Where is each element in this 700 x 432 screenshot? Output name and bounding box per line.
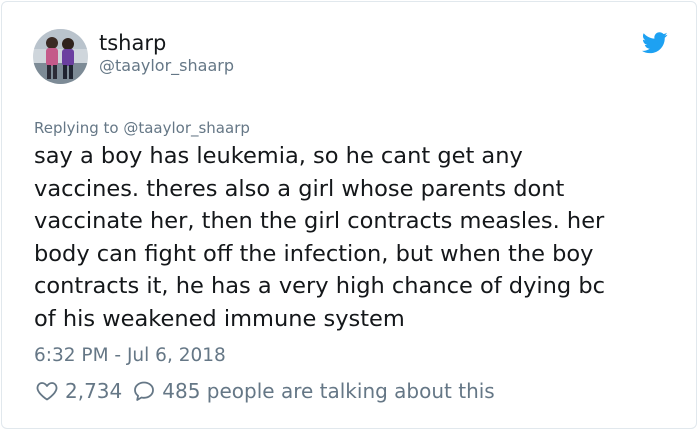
likes-count[interactable]: 2,734 [65,379,122,403]
people-talking-link[interactable]: 485 people are talking about this [162,379,494,403]
author-handle[interactable]: @taaylor_shaarp [99,56,234,76]
replying-to-text[interactable]: Replying to @taaylor_shaarp [34,118,250,138]
tweet-card: tsharp @taaylor_shaarp Replying to @taay… [1,1,697,429]
heart-icon[interactable] [35,379,59,403]
speech-bubble-icon[interactable] [132,379,156,403]
author-display-name[interactable]: tsharp [99,29,166,57]
twitter-bird-icon[interactable] [642,32,668,54]
tweet-text: say a boy has leukemia, so he cant get a… [34,143,605,332]
tweet-actions: 2,734 485 people are talking about this [35,376,495,406]
avatar-image [33,29,88,84]
avatar[interactable] [33,29,88,84]
tweet-timestamp[interactable]: 6:32 PM - Jul 6, 2018 [34,344,226,368]
